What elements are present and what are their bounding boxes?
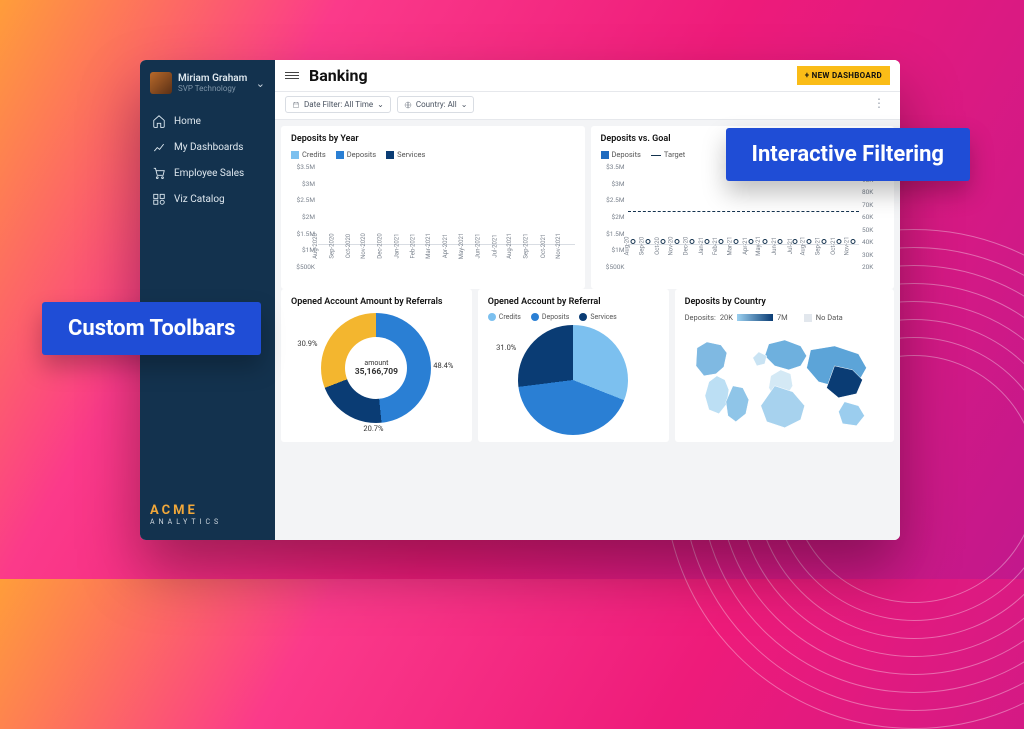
brand-logo: ACME ANALYTICS bbox=[150, 504, 265, 526]
sidebar-item-viz-catalog[interactable]: Viz Catalog bbox=[150, 186, 265, 212]
filter-date[interactable]: Date Filter: All Time⌄ bbox=[285, 96, 391, 113]
page-title: Banking bbox=[309, 66, 368, 85]
card-deposits-by-country: Deposits by Country Deposits: 20K 7M No … bbox=[675, 289, 894, 442]
sidebar-item-dashboards[interactable]: My Dashboards bbox=[150, 134, 265, 160]
sidebar-item-employee-sales[interactable]: Employee Sales bbox=[150, 160, 265, 186]
catalog-icon bbox=[152, 192, 166, 206]
sidebar: Miriam Graham SVP Technology ⌄ Home My D… bbox=[140, 60, 275, 540]
donut-center: amount 35,166,709 bbox=[345, 337, 407, 399]
more-menu-icon[interactable]: ⋮ bbox=[869, 96, 890, 113]
card-opened-by-referral: Opened Account by Referral Credits Depos… bbox=[478, 289, 669, 442]
card-deposits-by-year: Deposits by Year Credits Deposits Servic… bbox=[281, 126, 585, 289]
map-legend: Deposits: 20K 7M No Data bbox=[685, 313, 884, 322]
legend: Credits Deposits Services bbox=[291, 150, 575, 159]
cart-icon bbox=[152, 166, 166, 180]
card-title: Deposits by Year bbox=[291, 134, 575, 144]
user-role: SVP Technology bbox=[178, 84, 247, 93]
callout-custom-toolbars: Custom Toolbars bbox=[42, 302, 261, 355]
avatar bbox=[150, 72, 172, 94]
new-dashboard-button[interactable]: + NEW DASHBOARD bbox=[797, 66, 890, 85]
card-title: Deposits by Country bbox=[685, 297, 884, 307]
sidebar-item-label: Home bbox=[174, 116, 201, 127]
legend: Credits Deposits Services bbox=[488, 313, 659, 321]
chevron-down-icon: ⌄ bbox=[256, 77, 265, 90]
user-name: Miriam Graham bbox=[178, 74, 247, 84]
sidebar-item-label: Viz Catalog bbox=[174, 194, 225, 205]
pie-chart[interactable]: 31.0% bbox=[518, 325, 628, 435]
home-icon bbox=[152, 114, 166, 128]
stacked-bar-chart[interactable]: $3.5M$3M$2.5M$2M$1.5M$1M$500K Aug-2020Se… bbox=[291, 163, 575, 283]
calendar-icon bbox=[292, 101, 300, 109]
hamburger-icon[interactable] bbox=[285, 72, 299, 79]
filter-bar: Date Filter: All Time⌄ Country: All⌄ ⋮ bbox=[275, 92, 900, 120]
topbar: Banking + NEW DASHBOARD bbox=[275, 60, 900, 92]
filter-country[interactable]: Country: All⌄ bbox=[397, 96, 475, 113]
callout-interactive-filtering: Interactive Filtering bbox=[726, 128, 970, 181]
chart-icon bbox=[152, 140, 166, 154]
world-map[interactable] bbox=[685, 326, 884, 436]
card-title: Opened Account by Referral bbox=[488, 297, 659, 307]
sidebar-item-home[interactable]: Home bbox=[150, 108, 265, 134]
donut-chart[interactable]: amount 35,166,709 48.4% 20.7% 30.9% bbox=[321, 313, 431, 423]
user-menu[interactable]: Miriam Graham SVP Technology ⌄ bbox=[150, 72, 265, 94]
bar-line-chart[interactable]: $3.5M$3M$2.5M$2M$1.5M$1M$500K Aug-20Sep-… bbox=[601, 163, 885, 283]
card-title: Opened Account Amount by Referrals bbox=[291, 297, 462, 307]
sidebar-item-label: Employee Sales bbox=[174, 168, 244, 179]
sidebar-item-label: My Dashboards bbox=[174, 142, 243, 153]
card-amount-by-referrals: Opened Account Amount by Referrals amoun… bbox=[281, 289, 472, 442]
globe-icon bbox=[404, 101, 412, 109]
